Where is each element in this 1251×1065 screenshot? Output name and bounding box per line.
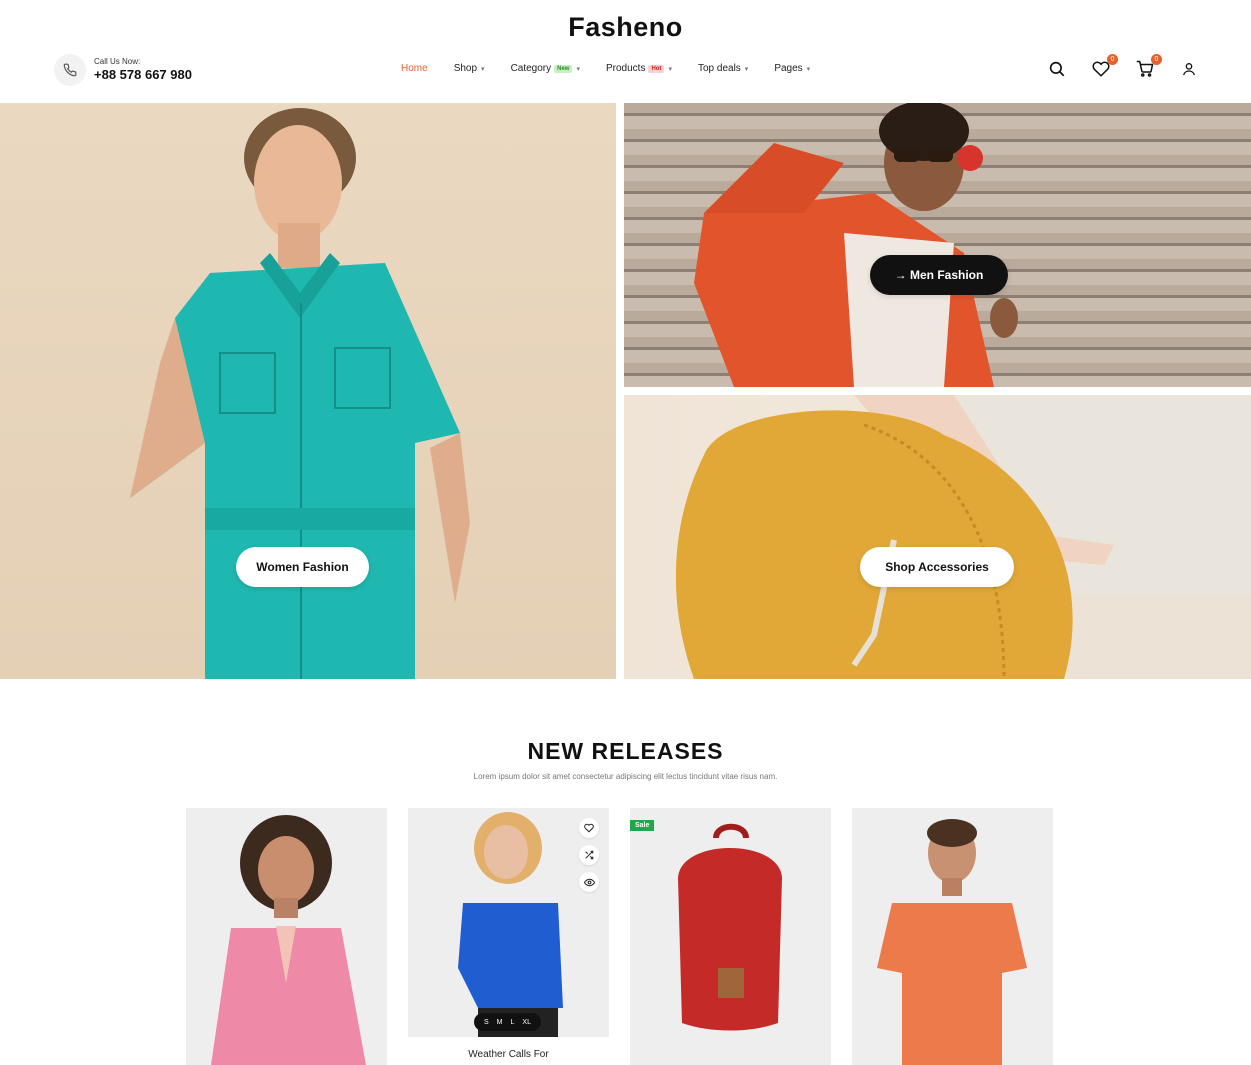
size-option[interactable]: M — [497, 1019, 503, 1026]
hero-women-banner[interactable]: Women Fashion — [0, 103, 616, 679]
size-option[interactable]: XL — [522, 1019, 531, 1026]
bag-image — [675, 395, 1251, 679]
chevron-down-icon: ▾ — [806, 65, 811, 73]
hot-tag: Hot — [648, 64, 665, 73]
cart-button[interactable]: 0 — [1134, 54, 1162, 80]
sale-badge: Sale — [630, 820, 655, 831]
hero-accessories-banner[interactable]: Shop Accessories — [624, 395, 1251, 679]
chevron-down-icon: ▾ — [481, 65, 485, 73]
women-fashion-button[interactable]: Women Fashion — [236, 547, 369, 587]
phone-label: Call Us Now: — [94, 57, 141, 66]
product-title[interactable]: Weather Calls For — [408, 1049, 609, 1060]
phone-number: +88 578 667 980 — [94, 67, 192, 82]
nav-label: Top deals — [697, 63, 741, 74]
shop-accessories-button[interactable]: Shop Accessories — [860, 547, 1014, 587]
cart-count: 0 — [1151, 54, 1162, 65]
men-fashion-button[interactable]: → Men Fashion — [870, 255, 1008, 295]
nav-label: Pages — [774, 63, 803, 74]
site-header: Fasheno Call Us Now: +88 578 667 980 Hom… — [0, 0, 1251, 103]
nav-item-shop[interactable]: Shop ▾ — [454, 63, 485, 74]
nav-item-top-deals[interactable]: Top deals ▾ — [698, 63, 748, 74]
new-tag: New — [554, 64, 573, 73]
chevron-down-icon: ▾ — [668, 65, 672, 73]
section-subtitle: Lorem ipsum dolor sit amet consectetur a… — [473, 772, 778, 781]
size-option[interactable]: L — [511, 1019, 515, 1026]
header-actions: 0 0 — [1046, 54, 1200, 80]
card-actions — [579, 818, 599, 899]
contact-phone[interactable]: Call Us Now: +88 578 667 980 — [54, 54, 192, 86]
product-image-orange-tshirt — [877, 819, 1027, 1065]
nav-item-category[interactable]: Category New ▾ — [511, 63, 580, 74]
hero-men-banner[interactable]: → Men Fashion — [624, 103, 1251, 387]
wishlist-count: 0 — [1107, 54, 1118, 65]
chevron-down-icon: ▾ — [576, 65, 580, 73]
product-card[interactable]: S M L XL — [408, 808, 609, 1037]
search-icon[interactable] — [1046, 58, 1068, 80]
product-image-pink-cardigan — [211, 815, 366, 1065]
product-card[interactable] — [186, 808, 387, 1065]
nav-item-home[interactable]: Home — [401, 63, 428, 74]
phone-icon — [54, 54, 86, 86]
product-card[interactable] — [852, 808, 1053, 1065]
chevron-down-icon: ▾ — [744, 65, 749, 73]
size-option[interactable]: S — [484, 1019, 489, 1026]
woman-model-image — [130, 108, 470, 679]
nav-label: Shop — [453, 63, 478, 74]
nav-item-products[interactable]: Products Hot ▾ — [606, 63, 672, 74]
user-icon[interactable] — [1178, 58, 1200, 80]
nav-label: Home — [401, 63, 428, 74]
nav-label: Category — [510, 63, 552, 74]
compare-shuffle-icon[interactable] — [579, 845, 599, 865]
product-image-red-backpack — [678, 823, 782, 1031]
nav-item-pages[interactable]: Pages ▾ — [774, 63, 810, 74]
main-nav: Home Shop ▾ Category New ▾ Products Hot … — [401, 63, 836, 74]
quick-view-eye-icon[interactable] — [579, 872, 599, 892]
size-selector: S M L XL — [474, 1013, 541, 1031]
site-logo[interactable]: Fasheno — [0, 12, 1251, 43]
wishlist-button[interactable]: 0 — [1090, 54, 1118, 80]
product-card[interactable]: Sale — [630, 808, 831, 1065]
man-model-image — [694, 103, 1018, 387]
nav-label: Products — [606, 63, 646, 74]
section-title: NEW RELEASES — [527, 738, 724, 764]
wishlist-heart-icon[interactable] — [579, 818, 599, 838]
